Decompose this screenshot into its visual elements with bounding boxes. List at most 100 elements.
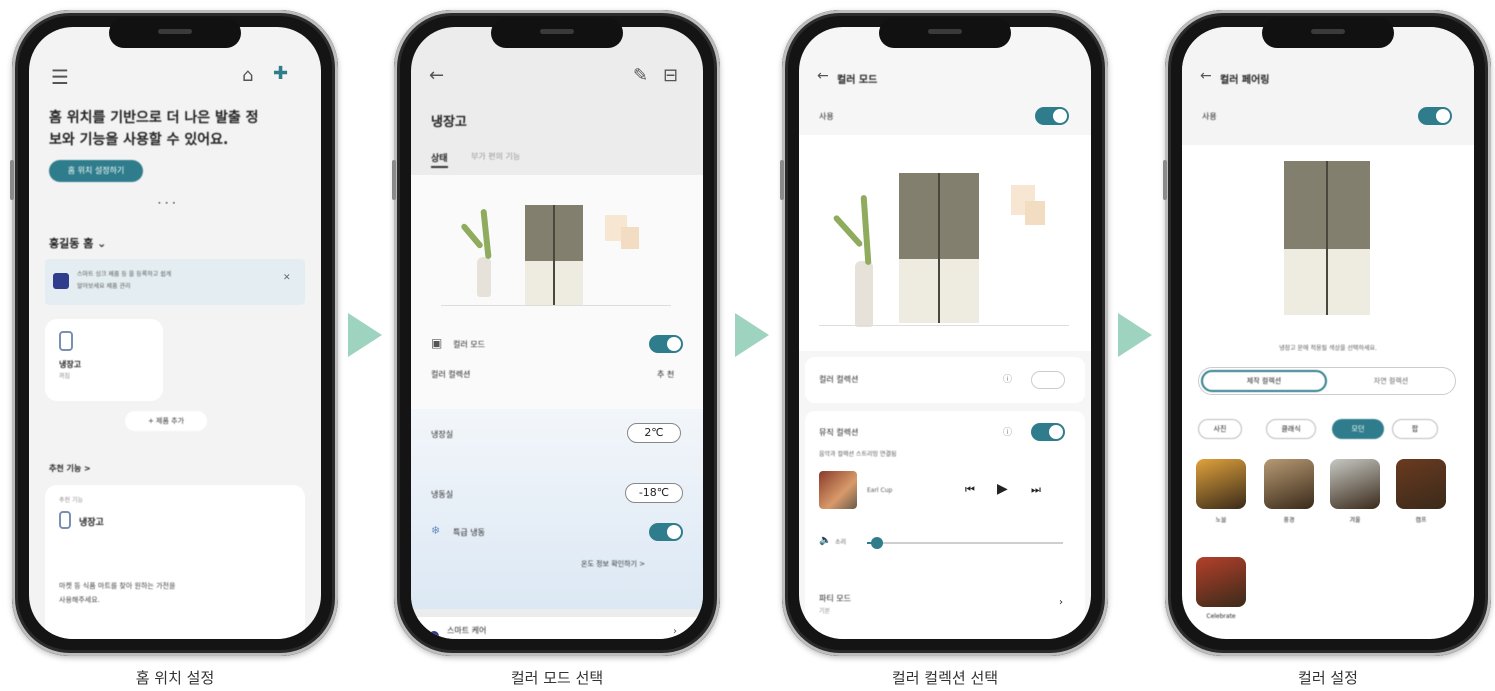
banner-text-line1: 스마트 싱크 제품 등 을 등록하고 쉽게 xyxy=(77,271,172,278)
chevron-right-icon: › xyxy=(1059,597,1063,608)
collection-toggle[interactable] xyxy=(1031,371,1065,389)
freezer-temp[interactable]: -18℃ xyxy=(625,483,683,503)
segment-left[interactable]: 제작 컬렉션 xyxy=(1201,370,1327,392)
recommend-section-title[interactable]: 추천 기능 > xyxy=(49,463,91,474)
volume-slider[interactable] xyxy=(867,537,1063,549)
chip-modern[interactable]: 모던 xyxy=(1332,419,1384,439)
row-color-collection[interactable]: 컬러 컬렉션 xyxy=(431,369,470,380)
volume-knob[interactable] xyxy=(870,537,883,549)
fridge-illustration-panel xyxy=(411,175,703,327)
back-arrow-icon[interactable]: ← xyxy=(817,69,829,83)
close-icon[interactable]: ✕ xyxy=(283,273,291,283)
chip-photo[interactable]: 사진 xyxy=(1198,419,1242,439)
plant-leaf xyxy=(860,194,872,266)
music-desc: 음악과 컬렉션 스트리밍 연결됨 xyxy=(819,451,897,458)
row-color-mode: 컬러 모드 xyxy=(453,340,485,349)
plant-leaf xyxy=(832,214,864,248)
palette-icon: ▣ xyxy=(431,336,443,350)
use-label: 사용 xyxy=(1202,112,1217,121)
album-art xyxy=(819,471,857,509)
chip-classic[interactable]: 클래식 xyxy=(1266,419,1316,439)
party-mode-label[interactable]: 파티 모드 xyxy=(819,593,851,604)
theme-thumb-celebrate[interactable] xyxy=(1196,557,1246,607)
info-icon[interactable]: ⓘ xyxy=(1003,425,1012,438)
menu-icon[interactable]: ☰ xyxy=(51,67,69,87)
plant-leaf xyxy=(480,208,492,260)
recommend-desc-line1: 마켓 등 식품 마트를 찾아 원하는 가전을 xyxy=(59,582,176,590)
floor-line xyxy=(819,325,1069,326)
banner-text-line2: 알아보세요 제품 관리 xyxy=(77,283,131,290)
plus-icon[interactable]: ✚ xyxy=(273,65,288,83)
fridge-illustration-panel xyxy=(799,135,1091,351)
device-name: 냉장고 xyxy=(59,360,82,369)
add-device-button[interactable]: + 제품 추가 xyxy=(125,411,207,431)
next-track-icon[interactable]: ⏭ xyxy=(1031,483,1041,497)
row-color-collection-value: 추 천 xyxy=(657,370,675,379)
temperature-info-link[interactable]: 온도 정보 확인하기 > xyxy=(581,559,645,569)
color-mode-toggle[interactable] xyxy=(649,335,683,353)
color-collection-card[interactable]: 컬러 컬렉션 ⓘ xyxy=(805,357,1085,403)
theme-thumb-sunset[interactable] xyxy=(1196,459,1246,509)
more-icon[interactable]: ⊟ xyxy=(663,67,678,85)
recommend-desc-line2: 사용해주세요. xyxy=(59,596,100,604)
screen-color-mode: ← 컬러 모드 사용 컬러 컬렉션 ⓘ 뮤직 컬렉션 ⓘ 음악과 컬렉션 스트리… xyxy=(799,27,1091,639)
tab-functions[interactable]: 부가 편의 기능 xyxy=(471,151,520,162)
notification-icon[interactable]: ⌂ xyxy=(242,67,253,85)
collection-segmented-control: 제작 컬렉션 자연 컬렉션 xyxy=(1198,367,1456,395)
fridge-temp[interactable]: 2℃ xyxy=(627,423,681,443)
phone-notch xyxy=(109,18,241,48)
theme-thumb-camp[interactable] xyxy=(1396,459,1446,509)
device-card[interactable]: 냉장고 꺼짐 xyxy=(45,319,163,401)
phone-side-button xyxy=(10,160,14,200)
register-banner[interactable]: 스마트 싱크 제품 등 을 등록하고 쉽게 알아보세요 제품 관리 ✕ xyxy=(45,259,305,305)
headline-line2: 보와 기능을 사용할 수 있어요. xyxy=(49,132,229,148)
back-arrow-icon[interactable]: ← xyxy=(429,67,444,85)
info-icon[interactable]: ⓘ xyxy=(1003,372,1012,385)
theme-label-landscape: 풍경 xyxy=(1283,517,1295,524)
volume-icon: 🔈 xyxy=(819,535,832,546)
previous-track-icon[interactable]: ⏮ xyxy=(965,483,975,497)
location-button[interactable]: 홈 위치 설정하기 xyxy=(49,160,143,182)
segment-right[interactable]: 자연 컬렉션 xyxy=(1329,370,1453,392)
rapid-freeze-toggle[interactable] xyxy=(649,523,683,541)
fridge-label: 냉장실 xyxy=(431,430,454,439)
arrow-right-icon xyxy=(348,313,382,357)
screen-fridge: ← ✎ ⊟ 냉장고 상태 부가 편의 기능 ▣ 컬러 모드 컬러 컬렉션 추 천 xyxy=(411,27,703,639)
volume-label: 소리 xyxy=(835,539,847,546)
headline-line1: 홈 위치를 기반으로 더 나은 발출 정 xyxy=(49,110,259,126)
collection-label: 컬러 컬렉션 xyxy=(819,375,859,384)
page-title: 컬러 모드 xyxy=(837,75,878,86)
screen-home: ☰ ⌂ ✚ 홈 위치를 기반으로 더 나은 발출 정 보와 기능을 사용할 수 … xyxy=(29,27,321,639)
theme-thumb-winter[interactable] xyxy=(1330,459,1380,509)
tab-status[interactable]: 상태 xyxy=(431,151,448,168)
recommend-label: 추천 기능 xyxy=(59,497,83,504)
arrow-right-icon xyxy=(735,313,769,357)
home-selector[interactable]: 홍길동 홈 ⌄ xyxy=(49,235,106,251)
chevron-right-icon: › xyxy=(673,626,677,637)
back-arrow-icon[interactable]: ← xyxy=(1200,69,1212,83)
edit-icon[interactable]: ✎ xyxy=(633,67,648,85)
fridge-image xyxy=(1284,161,1370,315)
recommend-card[interactable]: 추천 기능 냉장고 마켓 등 식품 마트를 찾아 원하는 가전을 사용해주세요. xyxy=(45,485,305,639)
phone-side-button xyxy=(1163,160,1167,200)
device-status: 꺼짐 xyxy=(59,373,71,380)
music-collection-card: 뮤직 컬렉션 ⓘ 음악과 컬렉션 스트리밍 연결됨 Earl Cup ⏮ ▶ ⏭… xyxy=(805,411,1085,639)
fridge-icon xyxy=(59,511,71,529)
use-toggle[interactable] xyxy=(1035,107,1069,125)
color-mode-panel: ▣ 컬러 모드 컬러 컬렉션 추 천 xyxy=(411,327,703,409)
wall-frame xyxy=(621,227,639,249)
chip-pop[interactable]: 팝 xyxy=(1392,419,1438,439)
phone-notch xyxy=(1262,18,1394,48)
vase-decoration xyxy=(855,261,873,327)
fridge-icon xyxy=(59,331,73,351)
use-toggle[interactable] xyxy=(1418,107,1452,125)
smart-care-icon xyxy=(429,631,439,639)
theme-thumb-landscape[interactable] xyxy=(1264,459,1314,509)
smart-care-row[interactable]: 스마트 케어 기본 › xyxy=(411,617,703,639)
music-toggle[interactable] xyxy=(1031,423,1065,441)
arrow-right-icon xyxy=(1118,313,1152,357)
play-icon[interactable]: ▶ xyxy=(997,481,1008,497)
phone-color-collection: ← 컬러 모드 사용 컬러 컬렉션 ⓘ 뮤직 컬렉션 ⓘ 음악과 컬렉션 스트리… xyxy=(780,10,1108,656)
use-label: 사용 xyxy=(819,112,834,121)
floor-line xyxy=(441,305,671,306)
